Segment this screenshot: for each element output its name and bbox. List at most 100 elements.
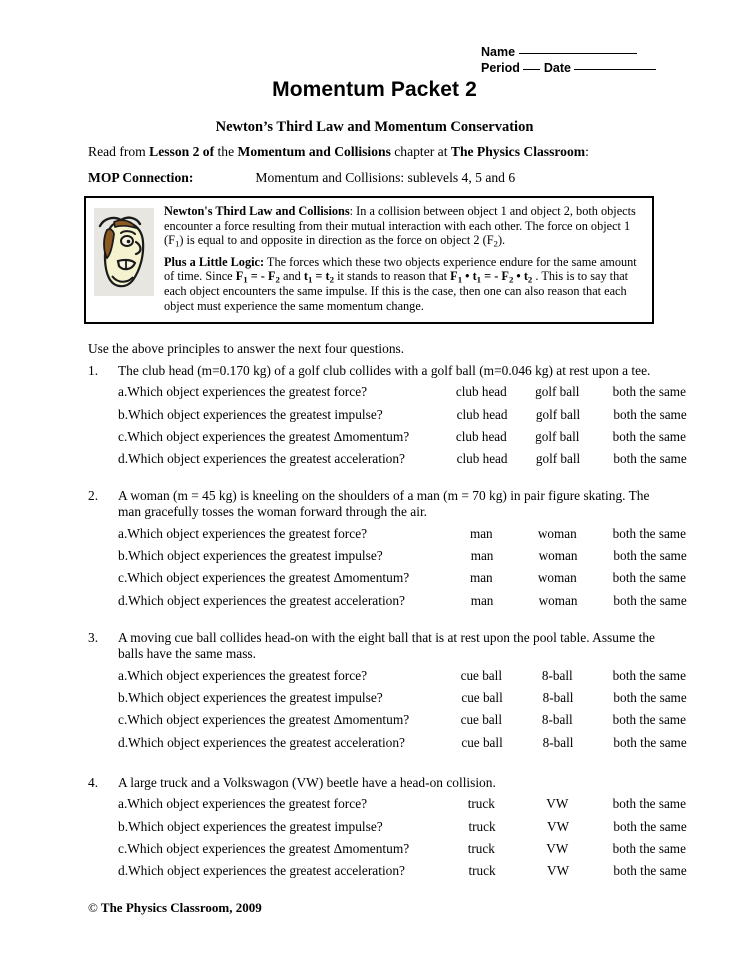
question-1-a-option-3[interactable]: both the same (594, 384, 704, 400)
question-1-number: 1. (88, 363, 99, 378)
question-3-b-option-2[interactable]: 8-ball (521, 690, 595, 706)
question-1-prompt-d: Which object experiences the greatest ac… (128, 451, 406, 467)
question-4-rows: a. Which object experiences the greatest… (88, 796, 687, 885)
question-4-d-option-2[interactable]: VW (521, 863, 595, 879)
question-1-d-option-3[interactable]: both the same (595, 451, 705, 467)
question-2-b-option-1[interactable]: man (443, 548, 521, 564)
question-4-a-option-3[interactable]: both the same (594, 796, 704, 812)
question-4-b-option-3[interactable]: both the same (595, 819, 705, 835)
question-3-c-option-2[interactable]: 8-ball (520, 712, 594, 728)
question-2-number: 2. (88, 488, 99, 503)
question-4-c-option-3[interactable]: both the same (594, 841, 704, 857)
question-2-c-option-2[interactable]: woman (520, 570, 594, 586)
question-4-a-option-1[interactable]: truck (442, 796, 520, 812)
question-2-a-option-2[interactable]: woman (520, 526, 594, 542)
question-4-letter-d: d. (118, 863, 129, 879)
principle-text-body: Newton's Third Law and Collisions: In a … (164, 204, 643, 313)
question-1-letter-d: d. (118, 451, 129, 467)
date-blank-line[interactable] (574, 69, 657, 70)
name-label: Name (481, 45, 516, 59)
question-4-row-c: c. Which object experiences the greatest… (88, 841, 686, 863)
eq-t1-b: • t (462, 269, 477, 284)
question-3-a-option-3[interactable]: both the same (594, 668, 704, 684)
question-1-a-option-1[interactable]: club head (442, 384, 520, 400)
question-2-rows: a. Which object experiences the greatest… (88, 526, 687, 615)
read-from-part3: chapter at (390, 144, 451, 159)
question-4-row-d: d. Which object experiences the greatest… (88, 863, 687, 885)
question-2-c-option-1[interactable]: man (442, 570, 520, 586)
question-1-c-option-2[interactable]: golf ball (520, 429, 594, 445)
period-label: Period (481, 61, 520, 75)
principle-1-text-3: ). (497, 233, 506, 248)
question-3-d-option-3[interactable]: both the same (595, 735, 705, 751)
question-1-letter-b: b. (118, 406, 129, 422)
question-4-c-option-2[interactable]: VW (520, 841, 594, 857)
question-2-a-option-3[interactable]: both the same (594, 526, 704, 542)
question-4-b-option-1[interactable]: truck (443, 819, 521, 835)
question-2-d-option-3[interactable]: both the same (595, 593, 705, 609)
name-blank-line[interactable] (518, 53, 637, 54)
eq-f2-a: = - F (247, 269, 276, 284)
question-4-a-option-2[interactable]: VW (520, 796, 594, 812)
question-2-d-option-2[interactable]: woman (521, 593, 595, 609)
question-3-c-option-3[interactable]: both the same (594, 712, 704, 728)
question-4-d-option-3[interactable]: both the same (595, 863, 705, 879)
question-1: 1. The club head (m=0.170 kg) of a golf … (88, 363, 687, 474)
question-3-row-b: b. Which object experiences the greatest… (88, 690, 687, 712)
principle-2-text-2: and (279, 269, 304, 284)
question-4-prompt-c: Which object experiences the greatest Δm… (127, 841, 410, 856)
question-3-c-option-1[interactable]: cue ball (442, 712, 520, 728)
question-2-c-option-3[interactable]: both the same (594, 570, 704, 586)
question-2-d-option-1[interactable]: man (443, 593, 521, 609)
question-1-c-option-1[interactable]: club head (442, 429, 520, 445)
question-4-row-a: a. Which object experiences the greatest… (88, 796, 686, 818)
question-4-c-option-1[interactable]: truck (442, 841, 520, 857)
date-label: Date (543, 61, 571, 75)
question-1-row-d: d. Which object experiences the greatest… (88, 451, 687, 473)
question-3-d-option-1[interactable]: cue ball (443, 735, 521, 751)
question-1-d-option-2[interactable]: golf ball (521, 451, 595, 467)
question-3-a-option-2[interactable]: 8-ball (520, 668, 594, 684)
question-1-header: 1. The club head (m=0.170 kg) of a golf … (88, 363, 666, 379)
read-from-part1: Read from (88, 144, 150, 159)
question-1-d-option-1[interactable]: club head (443, 451, 521, 467)
question-2-letter-d: d. (118, 592, 129, 608)
question-2-b-option-3[interactable]: both the same (595, 548, 705, 564)
question-1-prompt-a: Which object experiences the greatest fo… (127, 384, 368, 400)
read-from-part4: : (585, 144, 589, 159)
question-1-b-option-3[interactable]: both the same (595, 407, 705, 423)
question-2-row-d: d. Which object experiences the greatest… (88, 592, 687, 615)
question-2-a-option-1[interactable]: man (442, 526, 520, 542)
mop-connection-label: MOP Connection: (88, 170, 194, 185)
question-1-rows: a. Which object experiences the greatest… (88, 384, 687, 473)
question-3-a-option-1[interactable]: cue ball (442, 668, 520, 684)
question-4-prompt-a: Which object experiences the greatest fo… (127, 796, 368, 812)
mop-connection-value: Momentum and Collisions: sublevels 4, 5 … (255, 170, 516, 185)
question-2-row-b: b. Which object experiences the greatest… (88, 548, 687, 570)
question-3-b-option-1[interactable]: cue ball (443, 690, 521, 706)
eq-t2-b: • t (513, 269, 528, 284)
question-3-b-option-3[interactable]: both the same (595, 690, 705, 706)
question-1-b-option-1[interactable]: club head (443, 407, 521, 423)
question-4-b-option-2[interactable]: VW (521, 819, 595, 835)
question-4-header: 4. A large truck and a Volkswagon (VW) b… (88, 775, 666, 791)
question-1-c-option-3[interactable]: both the same (594, 429, 704, 445)
question-1-a-option-2[interactable]: golf ball (520, 384, 594, 400)
question-4-stem: A large truck and a Volkswagon (VW) beet… (118, 775, 496, 790)
period-blank-line[interactable] (523, 69, 541, 70)
period-date-row: Period Date (481, 60, 671, 76)
question-2-row-c: c. Which object experiences the greatest… (88, 570, 686, 592)
page-subtitle: Newton’s Third Law and Momentum Conserva… (215, 119, 534, 135)
question-1-b-option-2[interactable]: golf ball (521, 407, 595, 423)
question-4-d-option-1[interactable]: truck (443, 863, 521, 879)
footer-copyright: © The Physics Classroom, 2009 (88, 900, 262, 916)
question-3-d-option-2[interactable]: 8-ball (521, 735, 595, 751)
question-1-letter-c: c. (118, 429, 128, 444)
question-3-letter-b: b. (118, 690, 129, 706)
student-info-header: Name Period Date (481, 44, 671, 76)
question-3-row-a: a. Which object experiences the greatest… (88, 668, 686, 690)
question-4-letter-b: b. (118, 818, 129, 834)
question-3-row-d: d. Which object experiences the greatest… (88, 735, 687, 757)
question-2-b-option-2[interactable]: woman (521, 548, 595, 564)
question-4-prompt-d: Which object experiences the greatest ac… (128, 863, 406, 879)
